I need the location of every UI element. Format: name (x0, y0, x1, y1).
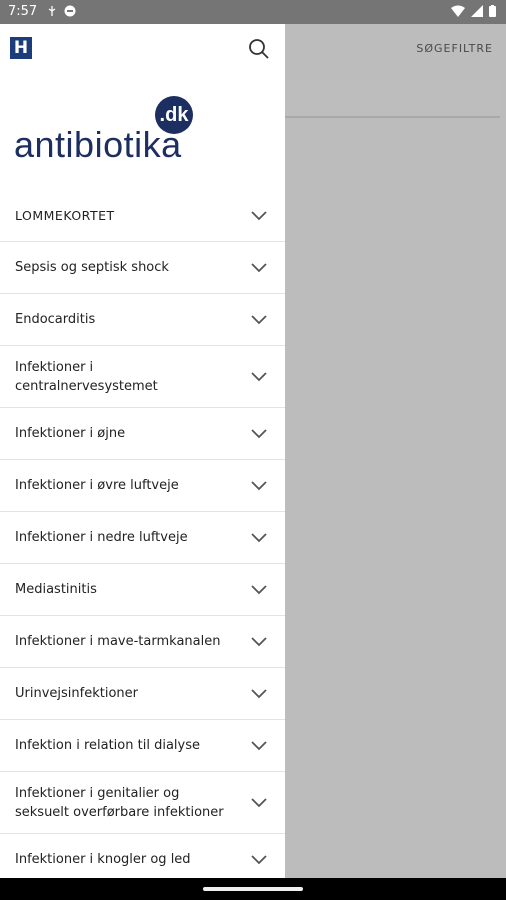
battery-icon (489, 5, 496, 17)
menu-item-label: Infektioner i knogler og led (15, 852, 191, 867)
antibiotika-logo: .dk antibiotika (0, 80, 285, 190)
menu-item-label: Infektioner i mave-tarmkanalen (15, 634, 221, 649)
menu-item-dialysis[interactable]: Infektion i relation til dialyse (0, 720, 285, 772)
menu-item-label: Endocarditis (15, 312, 96, 327)
chevron-down-icon (251, 262, 267, 272)
home-gesture-handle[interactable] (203, 887, 303, 891)
menu-item-lommekortet[interactable]: LOMMEKORTET (0, 190, 285, 242)
background-card (285, 80, 500, 118)
menu-item-label: LOMMEKORTET (15, 208, 115, 223)
chevron-down-icon (251, 740, 267, 750)
h-logo-icon[interactable]: H (10, 37, 32, 59)
menu-item-gastrointestinal[interactable]: Infektioner i mave-tarmkanalen (0, 616, 285, 668)
menu-item-label: Infektioner i øjne (15, 426, 126, 441)
clock: 7:57 (8, 4, 38, 19)
menu-item-label: Infektioner i centralnervesystemet (15, 359, 158, 394)
menu-item-label: Infektioner i øvre luftveje (15, 478, 179, 493)
menu-item-label: Infektioner i genitalier og seksuelt ove… (15, 785, 224, 820)
chevron-down-icon (251, 210, 267, 220)
drawer-menu: LOMMEKORTET Sepsis og septisk shock Endo… (0, 190, 285, 878)
signal-icon (471, 5, 483, 17)
menu-item-mediastinitis[interactable]: Mediastinitis (0, 564, 285, 616)
menu-item-bones-joints[interactable]: Infektioner i knogler og led (0, 834, 285, 878)
menu-item-eyes[interactable]: Infektioner i øjne (0, 408, 285, 460)
wifi-icon (451, 5, 465, 17)
chevron-down-icon (251, 428, 267, 438)
background-content-scrim[interactable]: SØGEFILTRE (285, 24, 506, 878)
search-icon[interactable] (247, 37, 271, 61)
menu-item-sepsis[interactable]: Sepsis og septisk shock (0, 242, 285, 294)
menu-item-upper-airways[interactable]: Infektioner i øvre luftveje (0, 460, 285, 512)
menu-item-cns[interactable]: Infektioner i centralnervesystemet (0, 346, 285, 408)
menu-item-endocarditis[interactable]: Endocarditis (0, 294, 285, 346)
chevron-down-icon (251, 584, 267, 594)
menu-item-genital-sti[interactable]: Infektioner i genitalier og seksuelt ove… (0, 772, 285, 834)
app-notification-icon (64, 5, 76, 17)
navigation-drawer: H .dk antibiotika LOMMEKORTET Sepsis og … (0, 24, 285, 878)
chevron-down-icon (251, 371, 267, 381)
chevron-down-icon (251, 636, 267, 646)
chevron-down-icon (251, 854, 267, 864)
chevron-down-icon (251, 532, 267, 542)
chevron-down-icon (251, 480, 267, 490)
menu-item-label: Infektion i relation til dialyse (15, 738, 200, 753)
logo-wordmark: antibiotika (14, 124, 182, 165)
menu-item-label: Infektioner i nedre luftveje (15, 530, 188, 545)
search-filters-button[interactable]: SØGEFILTRE (416, 42, 493, 55)
menu-item-lower-airways[interactable]: Infektioner i nedre luftveje (0, 512, 285, 564)
drawer-header: H (0, 24, 285, 80)
chevron-down-icon (251, 797, 267, 807)
menu-item-urinary[interactable]: Urinvejsinfektioner (0, 668, 285, 720)
menu-item-label: Urinvejsinfektioner (15, 686, 138, 701)
menu-item-label: Sepsis og septisk shock (15, 260, 169, 275)
usb-debug-icon (48, 6, 56, 16)
status-bar: 7:57 (0, 0, 506, 24)
chevron-down-icon (251, 314, 267, 324)
system-navigation-bar (0, 878, 506, 900)
menu-item-label: Mediastinitis (15, 582, 97, 597)
chevron-down-icon (251, 688, 267, 698)
